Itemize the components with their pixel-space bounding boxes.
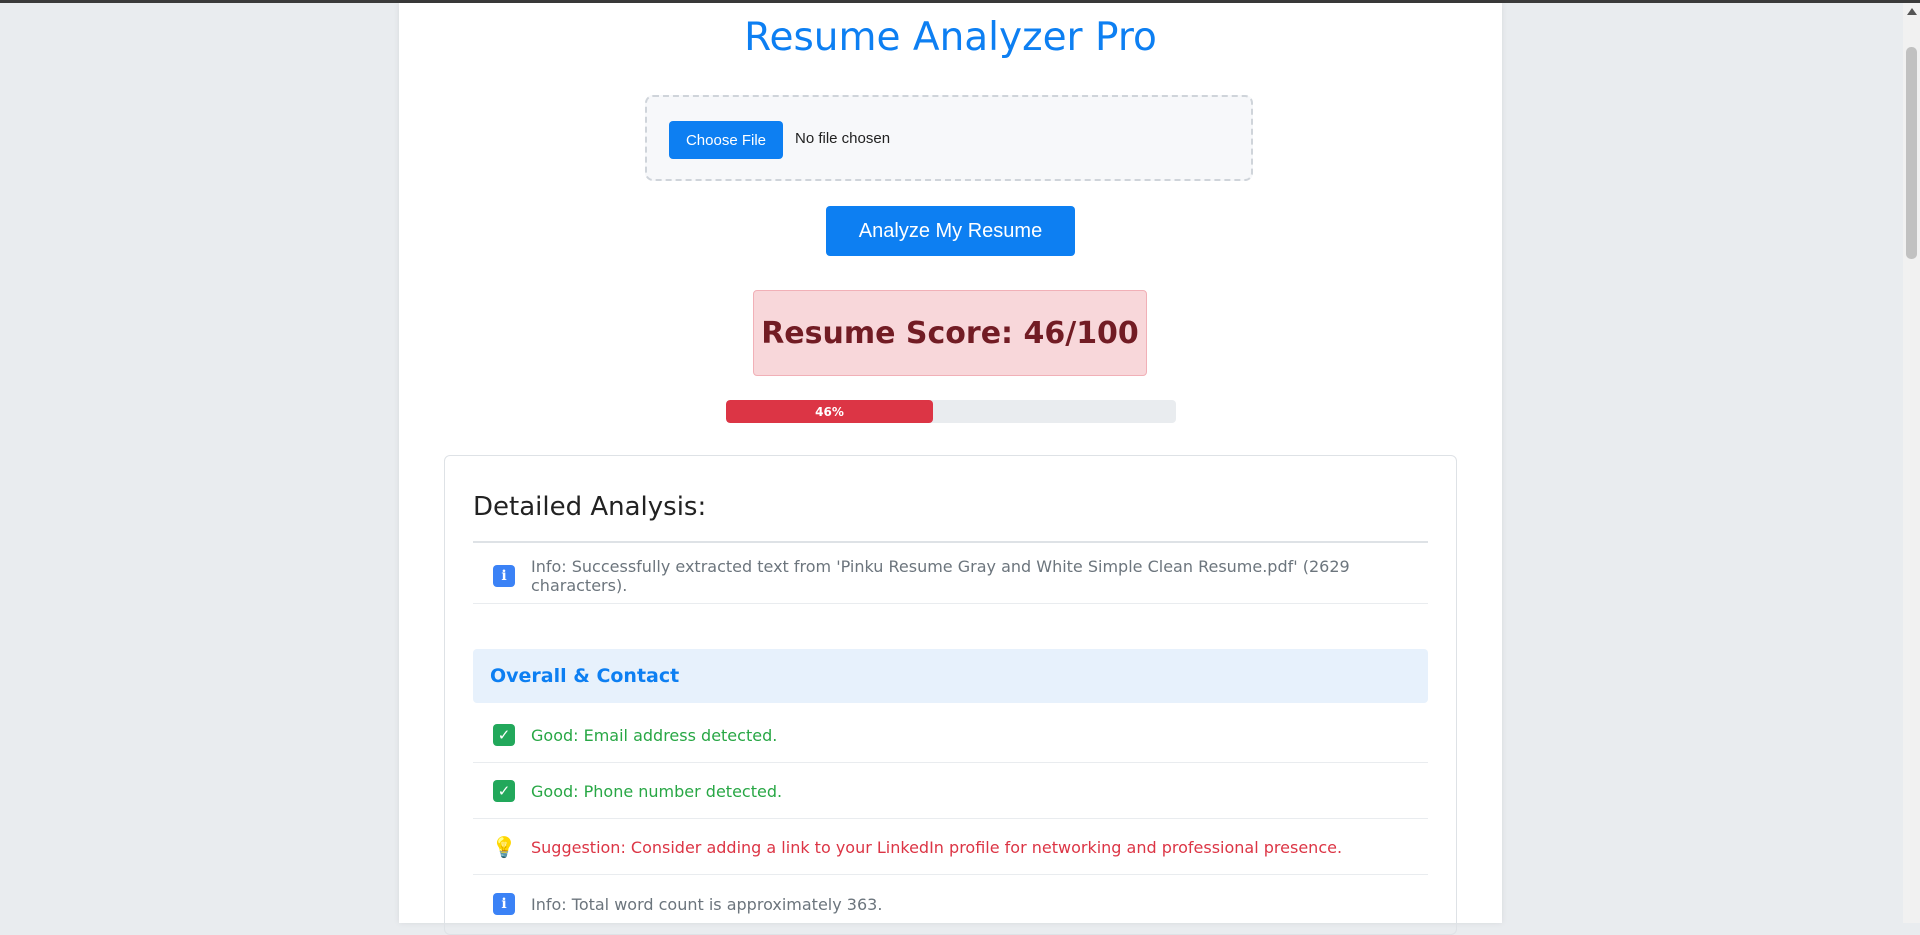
list-item-extract-info: i Info: Successfully extracted text from… — [473, 549, 1428, 604]
list-item-text: Good: Email address detected. — [531, 725, 778, 745]
file-status-text: No file chosen — [795, 130, 891, 147]
list-item-text: Good: Phone number detected. — [531, 781, 783, 801]
scroll-up-arrow-icon[interactable] — [1907, 8, 1917, 15]
list-item-linkedin-suggestion: 💡 Suggestion: Consider adding a link to … — [473, 820, 1428, 875]
heading-divider — [473, 541, 1428, 543]
list-item-email: ✓ Good: Email address detected. — [473, 708, 1428, 763]
analysis-heading: Detailed Analysis: — [473, 492, 707, 522]
check-icon: ✓ — [493, 724, 515, 746]
score-box: Resume Score: 46/100 — [753, 290, 1147, 376]
score-progress-fill: 46% — [726, 400, 933, 423]
score-progress-bar: 46% — [726, 400, 1176, 423]
section-header-overall-contact: Overall & Contact — [473, 649, 1428, 703]
choose-file-button[interactable]: Choose File — [669, 121, 783, 159]
info-icon: i — [493, 893, 515, 915]
scrollbar-thumb[interactable] — [1906, 47, 1917, 259]
list-item-phone: ✓ Good: Phone number detected. — [473, 764, 1428, 819]
list-item-text: Suggestion: Consider adding a link to yo… — [531, 837, 1343, 857]
detailed-analysis-panel: Detailed Analysis: i Info: Successfully … — [444, 455, 1457, 935]
check-icon: ✓ — [493, 780, 515, 802]
main-card: Resume Analyzer Pro Choose File No file … — [399, 3, 1502, 935]
section-title: Overall & Contact — [490, 665, 680, 687]
lightbulb-icon: 💡 — [491, 835, 517, 859]
analyze-resume-button[interactable]: Analyze My Resume — [826, 206, 1075, 256]
file-upload-area[interactable]: Choose File No file chosen — [645, 95, 1253, 181]
page-title: Resume Analyzer Pro — [744, 15, 1157, 60]
list-item-word-count: i Info: Total word count is approximatel… — [473, 877, 1428, 932]
list-item-text: Info: Successfully extracted text from '… — [531, 557, 1350, 595]
info-icon: i — [493, 565, 515, 587]
page-scrollbar[interactable] — [1903, 3, 1920, 923]
list-item-text: Info: Total word count is approximately … — [531, 894, 883, 914]
